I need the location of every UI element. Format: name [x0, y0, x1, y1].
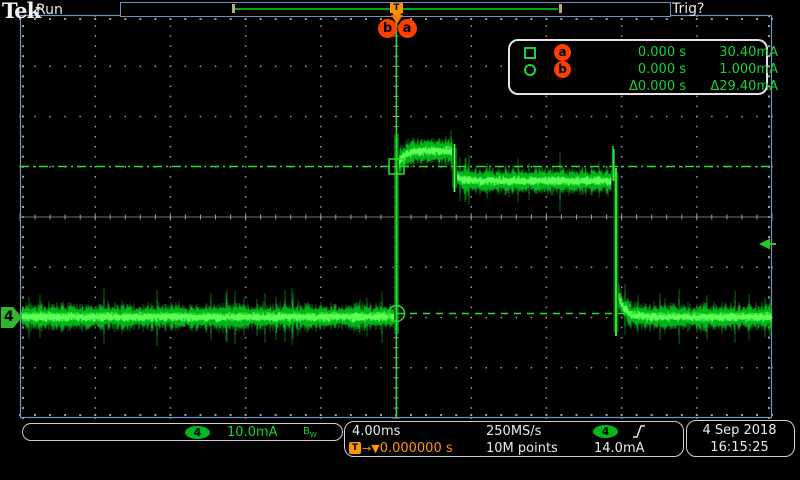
expansion-bracket-right — [559, 4, 562, 13]
timebase-readout: 4.00ms — [352, 424, 400, 439]
cursor-delta-time: Δ0.000 s — [582, 79, 686, 94]
trigger-icon: T — [349, 442, 361, 454]
cursor-a-square-marker[interactable] — [389, 159, 404, 174]
channel4-badge: 4 — [185, 426, 210, 439]
cursor-readout-box: a 0.000 s 30.40mA b 0.000 s 1.000mA Δ0.0… — [508, 39, 768, 95]
cursor-a-square-icon — [524, 47, 536, 59]
trigger-source-badge: 4 — [593, 425, 618, 438]
sample-rate-readout: 250MS/s — [486, 424, 541, 439]
acquisition-status: Run — [36, 2, 63, 18]
channel4-marker[interactable]: 4 — [1, 307, 22, 328]
rising-edge-icon — [632, 424, 646, 439]
trigger-position-value: 0.000000 s — [380, 441, 453, 456]
trigger-level-readout: 14.0mA — [594, 441, 645, 456]
channel4-readout-box[interactable]: 4 10.0mA BW — [22, 423, 343, 441]
trigger-position-marker-icon: T — [390, 3, 403, 13]
arrow-right-icon: → — [362, 442, 371, 455]
cursor-delta-value: Δ29.40mA — [686, 79, 778, 94]
cursor-b-value: 1.000mA — [686, 62, 778, 77]
date-readout: 4 Sep 2018 — [687, 423, 792, 438]
tek-logo: Tek — [2, 0, 40, 23]
oscilloscope-screen: Tek Run Trig? T b a a 0.000 s 30.40mA b … — [0, 0, 800, 480]
cursor-a-time: 0.000 s — [582, 45, 686, 60]
trigger-position-readout: →▼0.000000 s — [362, 441, 453, 456]
cursor-b-circle-icon — [524, 64, 536, 76]
cursor-b-circle-marker[interactable] — [389, 306, 405, 322]
trigger-status: Trig? — [672, 1, 704, 17]
cursor-position-arrow-icon — [391, 15, 403, 24]
cursor-a-value: 30.40mA — [686, 45, 778, 60]
bandwidth-limit-badge: BW — [303, 426, 317, 439]
bw-sub: W — [310, 431, 317, 439]
cursor-b-time: 0.000 s — [582, 62, 686, 77]
channel4-scale: 10.0mA — [227, 425, 278, 440]
horizontal-trigger-readout-box[interactable]: 4.00ms 250MS/s 4 T →▼0.000000 s 10M poin… — [344, 421, 684, 457]
datetime-box: 4 Sep 2018 16:15:25 — [686, 420, 795, 457]
cursor-a-label-badge: a — [554, 44, 571, 61]
record-length-readout: 10M points — [486, 441, 558, 456]
bw-main: B — [303, 426, 310, 437]
cursor-b-label-badge: b — [554, 61, 571, 78]
trigger-level-arrow-icon[interactable] — [759, 239, 776, 250]
arrow-down-icon: ▼ — [371, 442, 379, 455]
time-readout: 16:15:25 — [687, 440, 792, 455]
